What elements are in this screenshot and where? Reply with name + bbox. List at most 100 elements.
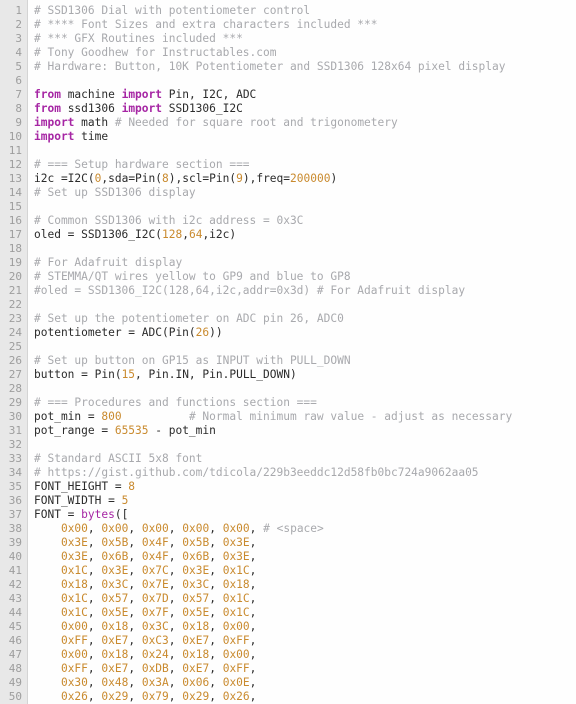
identifier-token: , — [128, 606, 142, 619]
code-line[interactable] — [34, 200, 576, 214]
line-number: 32 — [8, 438, 22, 451]
code-line[interactable]: i2c =I2C(0,sda=Pin(8),scl=Pin(9),freq=20… — [34, 172, 576, 186]
code-line[interactable]: # Set up the potentiometer on ADC pin 26… — [34, 312, 576, 326]
number-token: 0x48 — [101, 676, 129, 689]
line-number: 50 — [8, 690, 22, 703]
number-token: 0x79 — [141, 690, 169, 703]
code-line[interactable] — [34, 382, 576, 396]
number-token: 0x3C — [101, 578, 129, 591]
line-number: 33 — [8, 452, 22, 465]
code-line[interactable]: # STEMMA/QT wires yellow to GP9 and blue… — [34, 270, 576, 284]
code-line[interactable]: # Standard ASCII 5x8 font — [34, 452, 576, 466]
code-line[interactable]: FONT_HEIGHT = 8 — [34, 480, 576, 494]
code-line[interactable]: FONT = bytes([ — [34, 508, 576, 522]
identifier-token: , — [249, 522, 264, 535]
number-token: 0x30 — [60, 676, 88, 689]
code-content-area[interactable]: # SSD1306 Dial with potentiometer contro… — [28, 0, 576, 704]
code-line[interactable]: from ssd1306 import SSD1306_I2C — [34, 102, 576, 116]
code-line[interactable] — [34, 340, 576, 354]
identifier-token: , — [249, 676, 257, 689]
code-line[interactable]: # For Adafruit display — [34, 256, 576, 270]
identifier-token: machine — [60, 88, 122, 101]
identifier-token: , — [209, 564, 223, 577]
code-line[interactable]: 0xFF, 0xE7, 0xC3, 0xE7, 0xFF, — [34, 634, 576, 648]
code-line[interactable]: FONT_WIDTH = 5 — [34, 494, 576, 508]
code-line[interactable]: oled = SSD1306_I2C(128,64,i2c) — [34, 228, 576, 242]
code-line[interactable]: # Tony Goodhew for Instructables.com — [34, 46, 576, 60]
code-line[interactable] — [34, 298, 576, 312]
identifier-token: , — [209, 578, 223, 591]
identifier-token: ssd1306 — [60, 102, 122, 115]
identifier-token: , — [168, 592, 183, 605]
number-token: 0x00 — [60, 648, 88, 661]
code-line[interactable]: # === Procedures and functions section =… — [34, 396, 576, 410]
identifier-token: i2c =I2C( — [34, 172, 95, 185]
line-number: 4 — [15, 46, 22, 59]
identifier-token: , — [168, 662, 183, 675]
code-line[interactable]: from machine import Pin, I2C, ADC — [34, 88, 576, 102]
code-line[interactable]: 0x1C, 0x5E, 0x7F, 0x5E, 0x1C, — [34, 606, 576, 620]
identifier-token: , — [249, 662, 257, 675]
comment-token: # Hardware: Button, 10K Potentiometer an… — [34, 60, 506, 73]
line-number: 3 — [15, 32, 22, 45]
line-number: 43 — [8, 592, 22, 605]
code-line[interactable]: # https://gist.github.com/tdicola/229b3e… — [34, 466, 576, 480]
identifier-token: SSD1306_I2C — [162, 102, 243, 115]
identifier-token — [122, 410, 189, 423]
number-token: 0x24 — [141, 648, 169, 661]
builtin-token: bytes — [81, 508, 115, 521]
number-token: 0x00 — [222, 620, 250, 633]
code-line[interactable]: # **** Font Sizes and extra characters i… — [34, 18, 576, 32]
code-line[interactable]: # Set up button on GP15 as INPUT with PU… — [34, 354, 576, 368]
code-line[interactable]: 0x30, 0x48, 0x3A, 0x06, 0x0E, — [34, 676, 576, 690]
number-token: 0x18 — [182, 648, 210, 661]
code-line[interactable]: 0x3E, 0x5B, 0x4F, 0x5B, 0x3E, — [34, 536, 576, 550]
line-number: 37 — [8, 508, 22, 521]
code-line[interactable]: pot_min = 800 # Normal minimum raw value… — [34, 410, 576, 424]
code-line[interactable]: button = Pin(15, Pin.IN, Pin.PULL_DOWN) — [34, 368, 576, 382]
code-line[interactable]: import math # Needed for square root and… — [34, 116, 576, 130]
code-line[interactable]: 0x1C, 0x3E, 0x7C, 0x3E, 0x1C, — [34, 564, 576, 578]
code-line[interactable]: #oled = SSD1306_I2C(128,64,i2c,addr=0x3d… — [34, 284, 576, 298]
code-line[interactable] — [34, 242, 576, 256]
line-number: 13 — [8, 172, 22, 185]
line-number: 11 — [8, 144, 22, 157]
line-number-gutter: 1 2 3 4 5 6 7 8 9 10 11 12 13 14 15 16 17 18 19 20 21 22 23 24 2… — [0, 0, 27, 704]
code-line[interactable]: 0x18, 0x3C, 0x7E, 0x3C, 0x18, — [34, 578, 576, 592]
code-editor[interactable]: 1 2 3 4 5 6 7 8 9 10 11 12 13 14 15 16 17 18 19 20 21 22 23 24 2… — [0, 0, 576, 704]
code-line[interactable]: # Hardware: Button, 10K Potentiometer an… — [34, 60, 576, 74]
number-token: 0xDB — [141, 662, 169, 675]
number-token: 0x3A — [141, 676, 169, 689]
code-line[interactable]: # Common SSD1306 with i2c address = 0x3C — [34, 214, 576, 228]
code-line[interactable]: # Set up SSD1306 display — [34, 186, 576, 200]
code-line[interactable]: # SSD1306 Dial with potentiometer contro… — [34, 4, 576, 18]
comment-token: # Common SSD1306 with i2c address = 0x3C — [34, 214, 304, 227]
code-line[interactable] — [34, 74, 576, 88]
identifier-token: , — [168, 648, 183, 661]
code-line[interactable]: 0x00, 0x18, 0x24, 0x18, 0x00, — [34, 648, 576, 662]
code-line[interactable]: import time — [34, 130, 576, 144]
code-line[interactable]: 0x00, 0x00, 0x00, 0x00, 0x00, # <space> — [34, 522, 576, 536]
code-line[interactable] — [34, 144, 576, 158]
code-line[interactable]: # === Setup hardware section === — [34, 158, 576, 172]
number-token: 0x18 — [60, 578, 88, 591]
identifier-token: , — [249, 634, 257, 647]
identifier-token: , — [87, 620, 102, 633]
code-line[interactable]: pot_range = 65535 - pot_min — [34, 424, 576, 438]
identifier-token: , — [87, 676, 102, 689]
line-number: 46 — [8, 634, 22, 647]
number-token: 0x3C — [182, 578, 210, 591]
code-line[interactable]: 0xFF, 0xE7, 0xDB, 0xE7, 0xFF, — [34, 662, 576, 676]
code-line[interactable]: 0x00, 0x18, 0x3C, 0x18, 0x00, — [34, 620, 576, 634]
code-line[interactable]: 0x26, 0x29, 0x79, 0x29, 0x26, — [34, 690, 576, 704]
code-line[interactable] — [34, 438, 576, 452]
number-token: 0x3E — [182, 564, 210, 577]
number-token: 15 — [121, 368, 136, 381]
code-line[interactable]: # *** GFX Routines included *** — [34, 32, 576, 46]
code-line[interactable]: potentiometer = ADC(Pin(26)) — [34, 326, 576, 340]
code-line[interactable]: 0x3E, 0x6B, 0x4F, 0x6B, 0x3E, — [34, 550, 576, 564]
number-token: 0x26 — [222, 690, 250, 703]
line-number: 8 — [15, 102, 22, 115]
line-number: 23 — [8, 312, 22, 325]
code-line[interactable]: 0x1C, 0x57, 0x7D, 0x57, 0x1C, — [34, 592, 576, 606]
